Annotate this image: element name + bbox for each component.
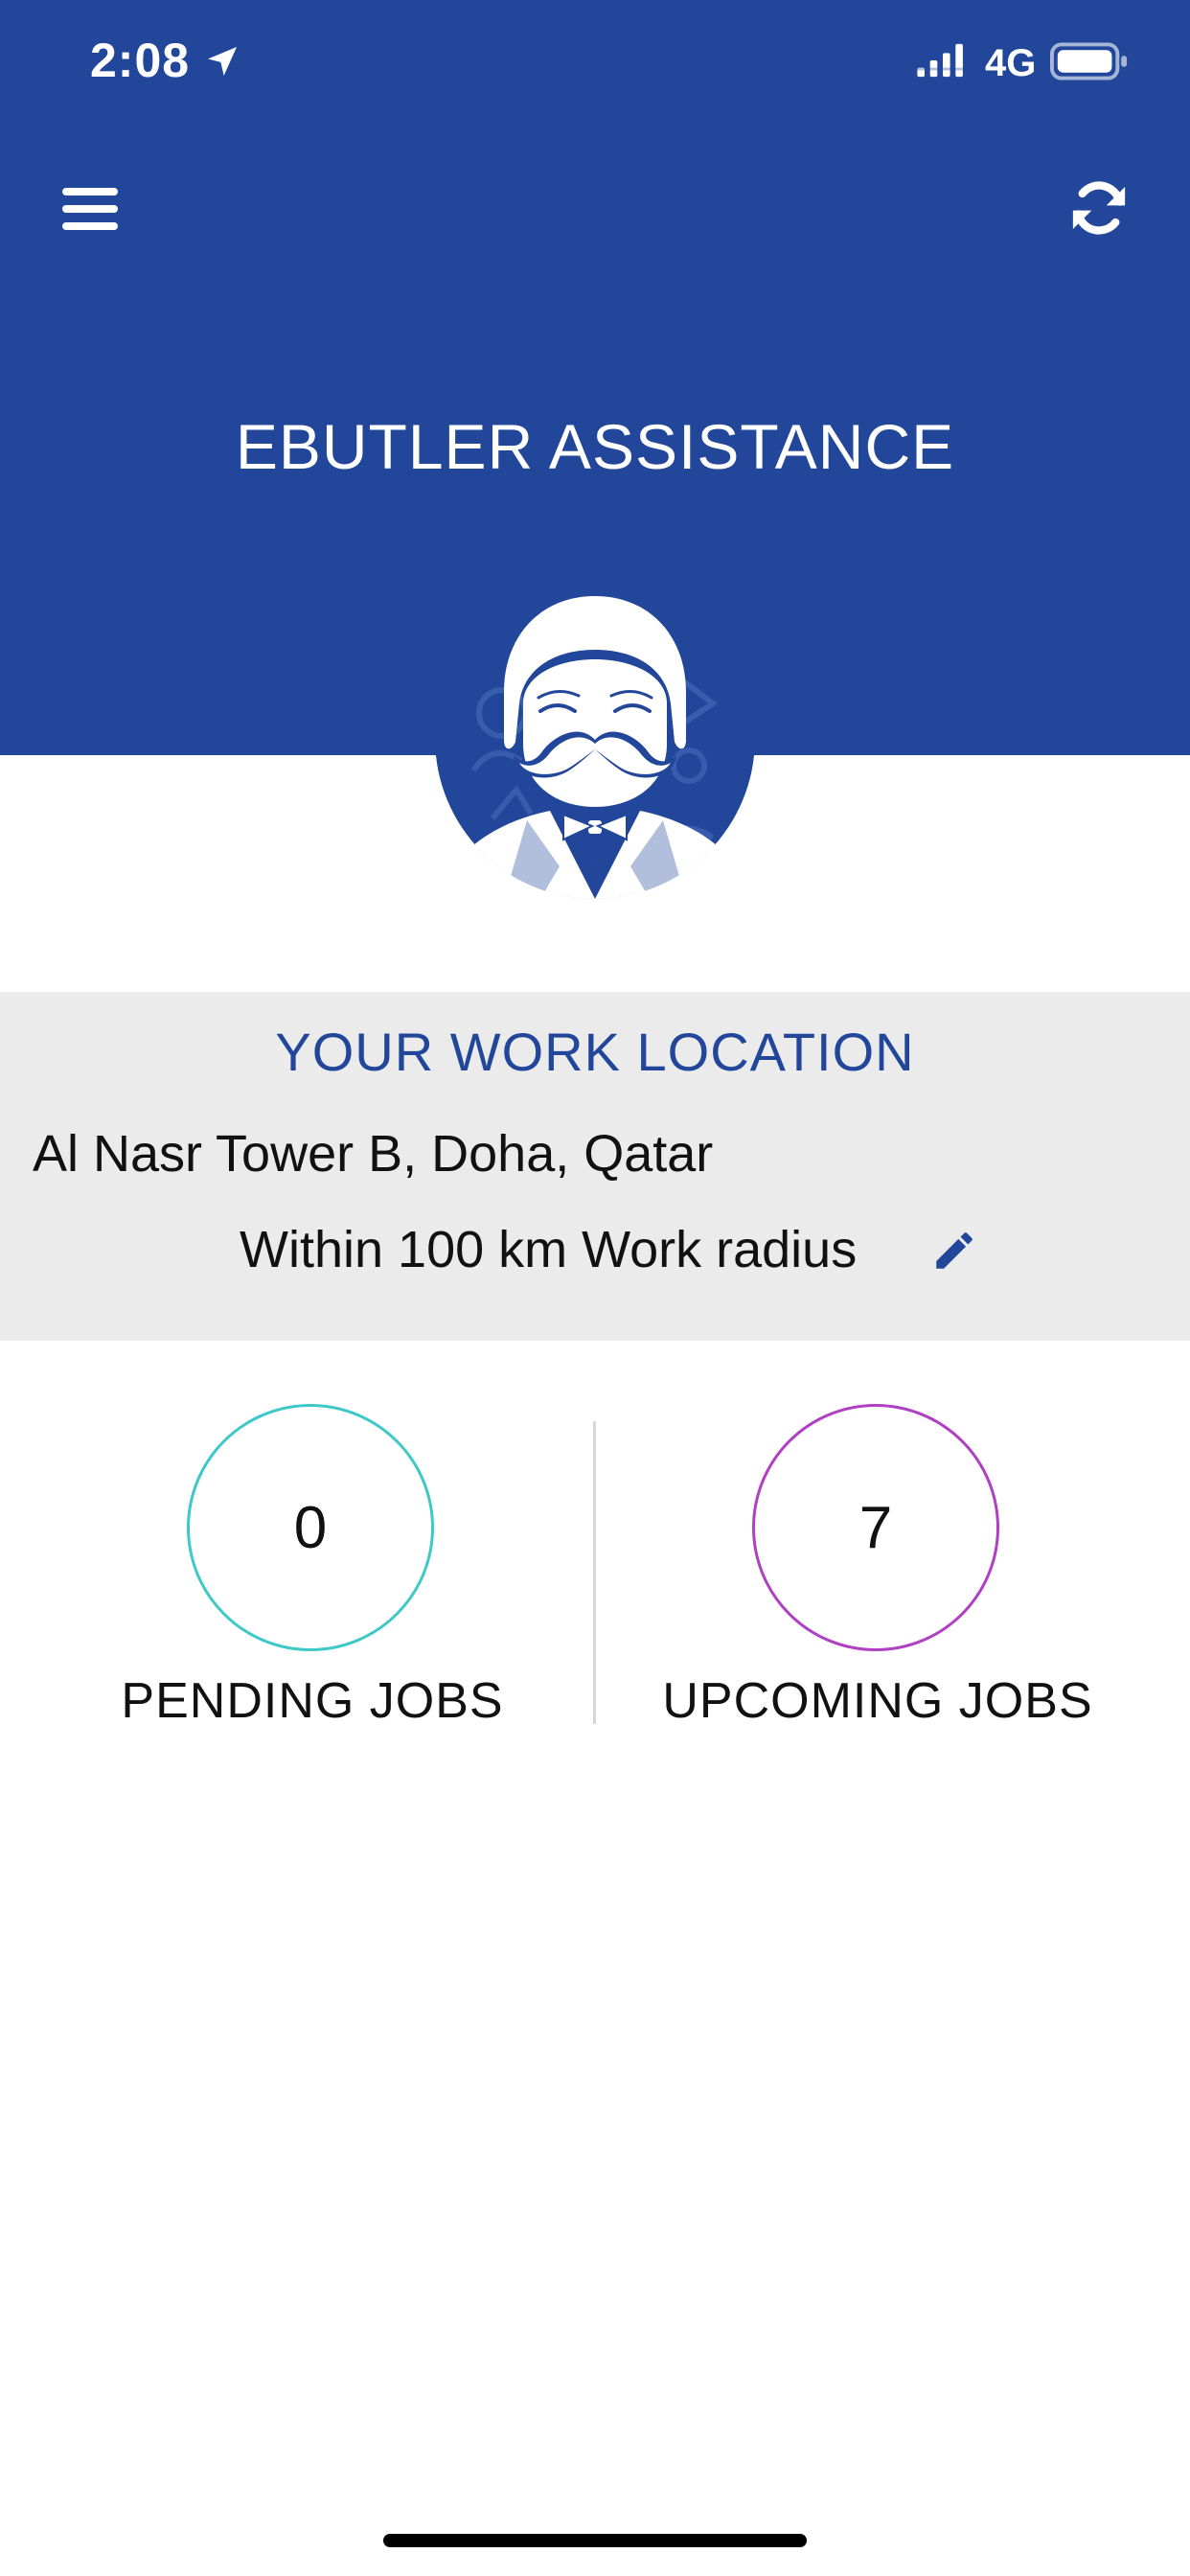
status-time: 2:08 — [90, 34, 191, 87]
location-arrow-icon — [208, 47, 237, 76]
status-bar: 2:08 4G — [0, 0, 1190, 126]
edit-location-button[interactable] — [926, 1222, 983, 1279]
pending-jobs-label: PENDING JOBS — [121, 1673, 504, 1729]
jobs-divider — [593, 1421, 596, 1724]
work-radius-text: Within 100 km Work radius — [240, 1221, 858, 1278]
pending-jobs-card[interactable]: 0 PENDING JOBS — [63, 1341, 561, 1743]
pending-jobs-count: 0 — [187, 1404, 434, 1651]
refresh-button[interactable] — [1062, 171, 1136, 245]
network-label: 4G — [985, 42, 1037, 84]
signal-icon — [917, 43, 963, 78]
app-title: EBUTLER ASSISTANCE — [235, 411, 955, 482]
work-location-heading: YOUR WORK LOCATION — [275, 1022, 915, 1082]
butler-avatar — [435, 579, 755, 899]
work-location-address: Al Nasr Tower B, Doha, Qatar — [33, 1125, 714, 1183]
home-indicator[interactable] — [383, 2534, 807, 2547]
menu-icon — [62, 188, 118, 230]
upcoming-jobs-label: UPCOMING JOBS — [662, 1673, 1093, 1729]
upcoming-jobs-count: 7 — [752, 1404, 999, 1651]
work-location-section: YOUR WORK LOCATION Al Nasr Tower B, Doha… — [0, 992, 1190, 1341]
pencil-icon — [936, 1232, 973, 1269]
battery-icon — [1050, 42, 1128, 80]
jobs-summary: 0 PENDING JOBS 7 UPCOMING JOBS — [0, 1341, 1190, 1743]
refresh-icon — [1072, 181, 1126, 235]
menu-button[interactable] — [56, 174, 125, 243]
upcoming-jobs-card[interactable]: 7 UPCOMING JOBS — [629, 1341, 1127, 1743]
butler-mustache-avatar-icon — [435, 579, 755, 899]
